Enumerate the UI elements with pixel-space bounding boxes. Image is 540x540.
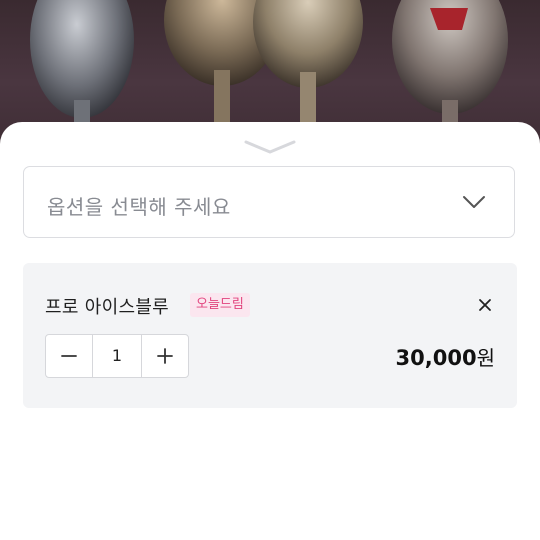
decrease-quantity-button[interactable] <box>46 335 92 377</box>
increase-quantity-button[interactable] <box>142 335 188 377</box>
plus-icon <box>157 348 173 364</box>
minus-icon <box>61 355 77 357</box>
price-unit: 원 <box>476 346 495 370</box>
option-price: 30,000원 <box>396 342 495 371</box>
quantity-value[interactable]: 1 <box>92 335 142 377</box>
selected-option-name: 프로 아이스블루 <box>45 297 170 318</box>
price-amount: 30,000 <box>395 346 477 370</box>
option-select-placeholder: 옵션을 선택해 주세요 <box>47 195 231 219</box>
option-select-dropdown[interactable]: 옵션을 선택해 주세요 <box>23 166 515 238</box>
delivery-badge: 오늘드림 <box>190 293 250 317</box>
option-bottom-sheet: 옵션을 선택해 주세요 프로 아이스블루 오늘드림 1 30,000원 <box>0 122 540 540</box>
chevron-down-icon <box>244 140 296 154</box>
chevron-down-icon <box>463 196 485 208</box>
remove-option-button[interactable] <box>477 297 493 313</box>
sheet-close-handle[interactable] <box>244 138 296 156</box>
selected-option-card: 프로 아이스블루 오늘드림 1 30,000원 <box>23 263 517 408</box>
close-icon <box>479 299 491 311</box>
quantity-stepper: 1 <box>45 334 189 378</box>
